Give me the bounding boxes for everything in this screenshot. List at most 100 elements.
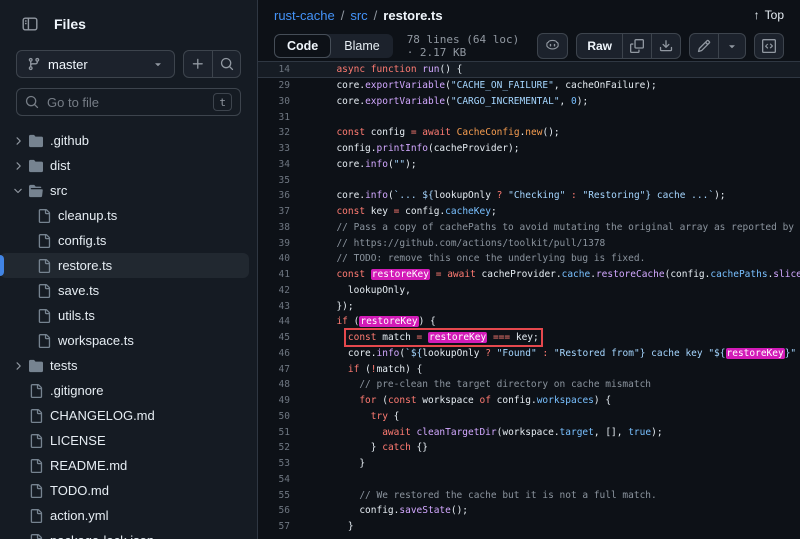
raw-button[interactable]: Raw <box>577 34 622 58</box>
line-number[interactable]: 50 <box>258 411 290 422</box>
line-number[interactable]: 38 <box>258 222 290 233</box>
tree-item-readme-md[interactable]: README.md <box>0 453 249 478</box>
line-number[interactable]: 43 <box>258 301 290 312</box>
code-line: 49 for (const workspace of config.worksp… <box>258 393 800 409</box>
back-to-top-link[interactable]: ↑ Top <box>754 8 784 22</box>
chevron-right-icon <box>10 135 26 147</box>
tree-item-changelog-md[interactable]: CHANGELOG.md <box>0 403 249 428</box>
tree-item-tests[interactable]: tests <box>0 353 249 378</box>
plus-icon <box>191 57 205 71</box>
chevron-right-icon <box>10 360 26 372</box>
tree-item-dist[interactable]: dist <box>0 153 249 178</box>
code-line-content: lookupOnly, <box>290 285 411 296</box>
tree-item-utils-ts[interactable]: utils.ts <box>0 303 249 328</box>
line-number[interactable]: 46 <box>258 348 290 359</box>
code-line: 35 <box>258 172 800 188</box>
go-to-file-input[interactable]: Go to file t <box>16 88 241 116</box>
raw-actions-group: Raw <box>576 33 681 59</box>
add-file-button[interactable] <box>184 51 212 77</box>
search-icon <box>220 57 234 71</box>
line-number[interactable]: 41 <box>258 269 290 280</box>
branch-selector[interactable]: master <box>16 50 175 78</box>
line-number[interactable]: 39 <box>258 238 290 249</box>
line-number[interactable]: 51 <box>258 427 290 438</box>
breadcrumb-repo-link[interactable]: rust-cache <box>274 8 335 23</box>
download-raw-button[interactable] <box>651 34 680 58</box>
tree-item--github[interactable]: .github <box>0 128 249 153</box>
line-number[interactable]: 49 <box>258 395 290 406</box>
tree-item-cleanup-ts[interactable]: cleanup.ts <box>0 203 249 228</box>
match-highlight[interactable]: restoreKey <box>428 332 487 343</box>
edit-icon <box>697 39 711 53</box>
code-line: 54 <box>258 472 800 488</box>
tree-item-todo-md[interactable]: TODO.md <box>0 478 249 503</box>
tree-item-label: dist <box>50 158 70 173</box>
tree-item-src[interactable]: src <box>0 178 249 203</box>
line-number[interactable]: 30 <box>258 96 290 107</box>
caret-down-icon <box>152 58 164 70</box>
match-highlight[interactable]: restoreKey <box>726 348 785 359</box>
tree-item--gitignore[interactable]: .gitignore <box>0 378 249 403</box>
line-number[interactable]: 31 <box>258 112 290 123</box>
line-number[interactable]: 42 <box>258 285 290 296</box>
match-highlight[interactable]: restoreKey <box>359 316 418 327</box>
line-number[interactable]: 45 <box>258 332 290 343</box>
search-this-repo-button[interactable] <box>212 51 240 77</box>
line-number[interactable]: 37 <box>258 206 290 217</box>
line-number[interactable]: 55 <box>258 490 290 501</box>
tab-code[interactable]: Code <box>274 34 331 58</box>
line-number[interactable]: 32 <box>258 127 290 138</box>
collapse-file-tree-button[interactable] <box>16 10 44 38</box>
line-number[interactable]: 29 <box>258 80 290 91</box>
line-number[interactable]: 34 <box>258 159 290 170</box>
code-line: 31 <box>258 109 800 125</box>
tree-item-label: tests <box>50 358 77 373</box>
line-number[interactable]: 35 <box>258 175 290 186</box>
file-icon <box>28 484 44 498</box>
line-number[interactable]: 57 <box>258 521 290 532</box>
line-number[interactable]: 47 <box>258 364 290 375</box>
sidebar-title: Files <box>54 16 86 32</box>
tree-item-label: CHANGELOG.md <box>50 408 155 423</box>
breadcrumb: rust-cache / src / restore.ts ↑ Top <box>258 0 800 30</box>
chevron-down-icon <box>10 185 26 197</box>
line-number[interactable]: 54 <box>258 474 290 485</box>
line-number[interactable]: 14 <box>258 64 290 75</box>
code-line: 33 config.printInfo(cacheProvider); <box>258 141 800 157</box>
symbols-panel-button[interactable] <box>755 34 783 58</box>
code-line-content: const key = config.cacheKey; <box>290 206 497 217</box>
line-number[interactable]: 53 <box>258 458 290 469</box>
file-tree-icon <box>22 16 38 32</box>
code-line-content: // Pass a copy of cachePaths to avoid mu… <box>290 222 794 233</box>
line-number[interactable]: 44 <box>258 316 290 327</box>
copy-raw-button[interactable] <box>622 34 651 58</box>
match-highlight[interactable]: restoreKey <box>371 269 430 280</box>
tree-item-save-ts[interactable]: save.ts <box>0 278 249 303</box>
line-number[interactable]: 56 <box>258 505 290 516</box>
code-line: 29 core.exportVariable("CACHE_ON_FAILURE… <box>258 78 800 94</box>
breadcrumb-dir-link[interactable]: src <box>350 8 367 23</box>
copilot-button[interactable] <box>538 34 567 58</box>
line-number[interactable]: 36 <box>258 190 290 201</box>
file-icon <box>28 459 44 473</box>
tree-item-label: LICENSE <box>50 433 106 448</box>
code-line: 52 } catch {} <box>258 440 800 456</box>
tree-item-package-lock-json[interactable]: package-lock.json <box>0 528 249 539</box>
line-number[interactable]: 33 <box>258 143 290 154</box>
go-to-file-placeholder: Go to file <box>47 95 99 110</box>
line-number[interactable]: 40 <box>258 253 290 264</box>
git-branch-icon <box>27 57 41 71</box>
line-number[interactable]: 48 <box>258 379 290 390</box>
tree-item-restore-ts[interactable]: restore.ts <box>0 253 249 278</box>
tree-item-workspace-ts[interactable]: workspace.ts <box>0 328 249 353</box>
copilot-icon <box>545 38 560 53</box>
line-number[interactable]: 52 <box>258 442 290 453</box>
edit-file-button[interactable] <box>690 34 718 58</box>
tree-item-config-ts[interactable]: config.ts <box>0 228 249 253</box>
file-icon <box>36 334 52 348</box>
edit-dropdown-button[interactable] <box>718 34 745 58</box>
tree-item-license[interactable]: LICENSE <box>0 428 249 453</box>
tree-item-label: src <box>50 183 67 198</box>
tab-blame[interactable]: Blame <box>331 34 392 58</box>
tree-item-action-yml[interactable]: action.yml <box>0 503 249 528</box>
